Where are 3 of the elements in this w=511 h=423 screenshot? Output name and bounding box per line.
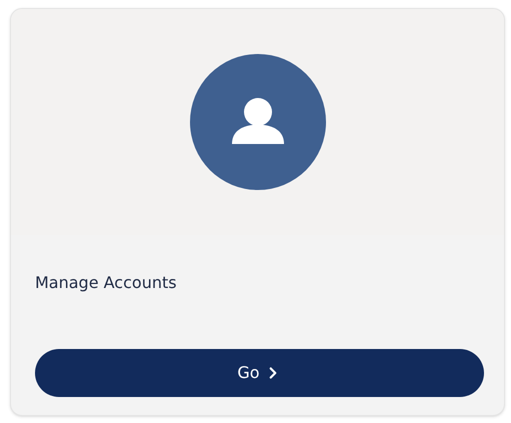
user-avatar-icon (190, 54, 326, 190)
card-title: Manage Accounts (35, 273, 177, 292)
go-button[interactable]: Go (35, 349, 484, 397)
